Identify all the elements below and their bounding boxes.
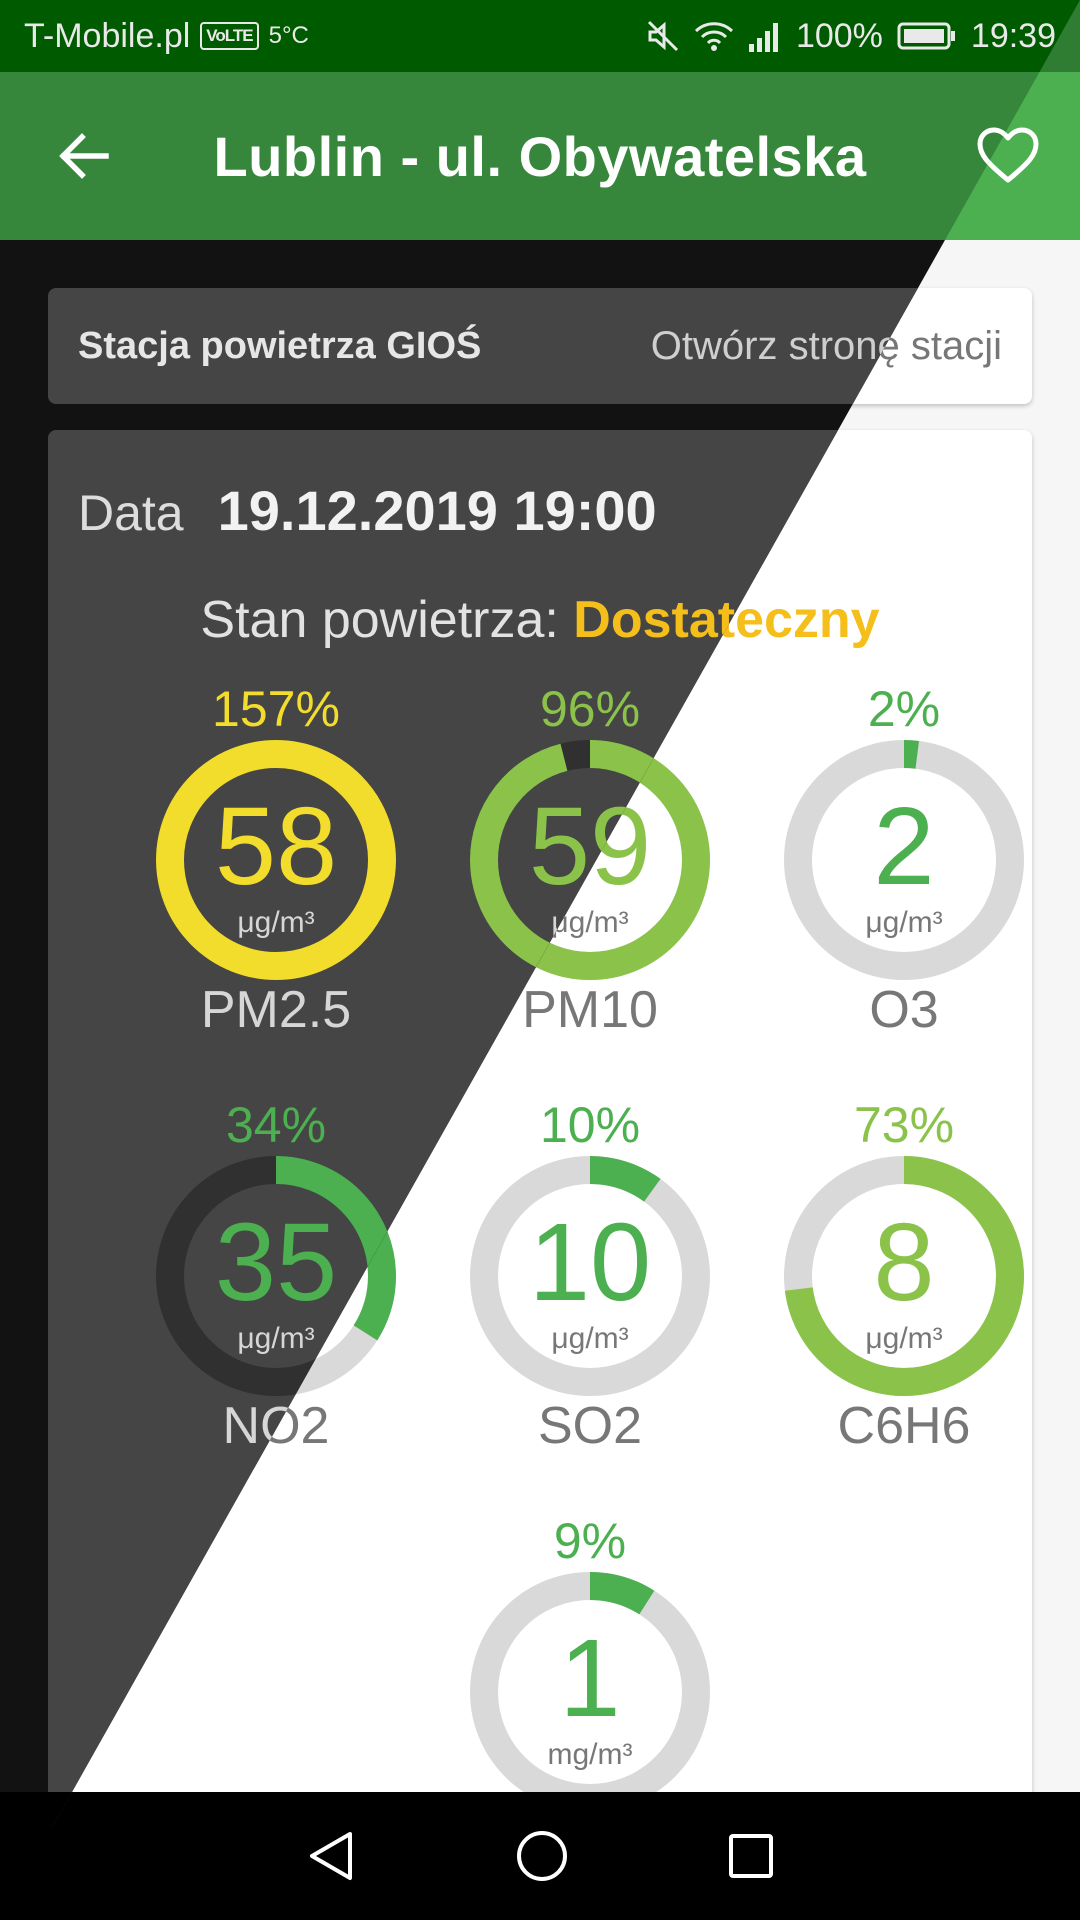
nav-home-icon[interactable]	[516, 1830, 568, 1882]
gauge-percent: 34%	[225, 1097, 327, 1153]
gauge-percent: 10%	[539, 1097, 641, 1153]
gauge-unit: μg/m³	[237, 906, 315, 939]
state-label: Stan powietrza:	[200, 591, 559, 649]
gauge-value: 1	[559, 1617, 621, 1740]
gauge-unit: mg/m³	[547, 1738, 633, 1771]
gauge-o3: 2% 2μg/m³ O3	[774, 680, 1034, 1040]
page-title: Lublin - ul. Obywatelska	[213, 125, 867, 188]
pollutant-name: C6H6	[837, 1397, 971, 1455]
nav-back-icon[interactable]	[306, 1830, 356, 1882]
gauge-c6h6: 73% 8μg/m³ C6H6	[774, 1096, 1034, 1456]
status-bar: T-Mobile.pl VoLTE 5°C 100% 19:39	[0, 0, 1080, 72]
battery-percent: 100%	[795, 16, 883, 55]
screen: T-Mobile.pl VoLTE 5°C 100% 19:39 Lublin …	[0, 0, 1080, 1920]
date-label: Data	[78, 485, 184, 541]
gauge-value: 2	[873, 785, 935, 908]
carrier-name: T-Mobile.pl	[24, 16, 191, 55]
gauge-percent: 73%	[853, 1097, 955, 1153]
clock: 19:39	[970, 16, 1056, 55]
gauge-value: 8	[873, 1201, 935, 1324]
navigation-bar	[0, 1792, 1080, 1920]
volte-badge: VoLTE	[200, 22, 259, 50]
gauge-value: 58	[214, 785, 338, 908]
app-bar: Lublin - ul. Obywatelska	[0, 72, 1080, 240]
date-value: 19.12.2019 19:00	[217, 479, 657, 542]
gauge-unit: μg/m³	[865, 1322, 943, 1355]
station-label: Stacja powietrza GIOŚ	[78, 324, 482, 367]
mute-icon	[646, 19, 680, 53]
gauge-unit: μg/m³	[865, 906, 943, 939]
battery-icon	[897, 21, 957, 51]
gauge-pm25: 157% 58μg/m³ PM2.5	[146, 680, 406, 1040]
nav-recents-icon[interactable]	[728, 1833, 774, 1879]
pollutant-name: SO2	[537, 1397, 643, 1455]
temperature: 5°C	[268, 22, 309, 49]
gauge-percent: 2%	[867, 681, 941, 737]
pollutant-name: O3	[869, 981, 939, 1039]
gauge-percent: 9%	[553, 1513, 627, 1569]
gauge-unit: μg/m³	[551, 1322, 629, 1355]
gauge-so2: 10% 10μg/m³ SO2	[460, 1096, 720, 1456]
date-row: Data 19.12.2019 19:00	[78, 478, 657, 543]
gauge-value: 10	[528, 1201, 652, 1324]
pollutant-name: PM2.5	[200, 981, 352, 1039]
signal-icon	[748, 20, 782, 52]
wifi-icon	[694, 19, 734, 53]
gauge-percent: 157%	[212, 681, 340, 737]
